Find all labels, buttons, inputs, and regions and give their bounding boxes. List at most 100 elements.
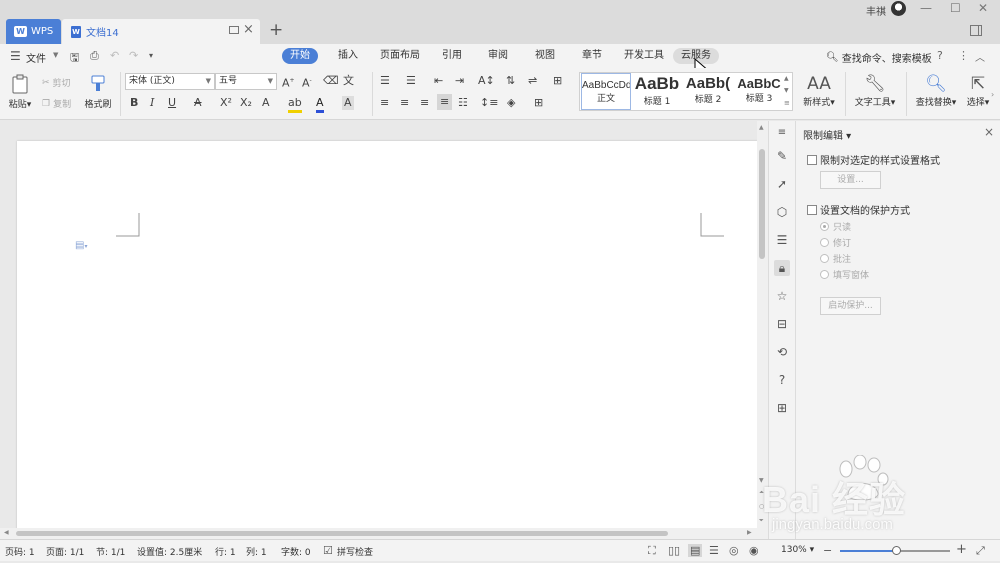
adjust-icon[interactable]: ☰ (774, 232, 790, 248)
grow-font-icon[interactable]: A+ (282, 74, 295, 91)
scroll-down-icon[interactable]: ▼ (759, 477, 764, 484)
text-tools-button[interactable]: 🔧︎ 文字工具▾ (851, 73, 899, 108)
font-family-select[interactable]: 宋体 (正文) ▼ (125, 73, 215, 90)
new-style-button[interactable]: AA 新样式▾ (800, 73, 838, 108)
settings-button[interactable]: 设置... (820, 171, 881, 189)
new-tab-button[interactable]: + (269, 20, 283, 40)
vertical-scroll-thumb[interactable] (759, 149, 765, 259)
tab-close-icon[interactable]: × (243, 23, 254, 37)
apps-grid-icon[interactable]: ⊞ (774, 400, 790, 416)
font-size-select[interactable]: 五号 ▼ (215, 73, 277, 90)
style-heading-1[interactable]: AaBb 标题 1 (632, 73, 682, 110)
style-heading-2[interactable]: AaBb( 标题 2 (683, 73, 733, 110)
tab-chapter[interactable]: 章节 (574, 48, 610, 64)
fullscreen-icon[interactable]: ⛶ (648, 544, 656, 558)
customize-icon[interactable]: ▾ (149, 51, 153, 60)
eye-protect-icon[interactable]: ◉ (749, 544, 759, 557)
zoom-in-icon[interactable]: + (956, 542, 967, 557)
tab-review[interactable]: 审阅 (480, 48, 516, 64)
zoom-slider-knob[interactable] (892, 546, 902, 555)
command-search[interactable]: 🔍︎ 查找命令、搜索模板 (826, 50, 932, 65)
pinyin-icon[interactable]: 文 (343, 74, 354, 88)
limit-format-checkbox[interactable]: 限制对选定的样式设置格式 (807, 152, 940, 167)
bullet-list-icon[interactable]: ☰ (380, 74, 390, 88)
zoom-slider[interactable] (840, 546, 950, 555)
gallery-up-icon[interactable]: ▲ (784, 75, 789, 82)
radio-comments[interactable]: 批注 (820, 252, 851, 265)
document-tab[interactable]: W 文档14 × (62, 19, 260, 44)
save-icon[interactable]: 🖫 (70, 49, 79, 68)
status-pages[interactable]: 页面: 1/1 (46, 545, 84, 558)
collapse-ribbon-icon[interactable]: ︿ (975, 49, 985, 64)
show-marks-icon[interactable]: ⇌ (528, 74, 537, 88)
tab-page-layout[interactable]: 页面布局 (372, 48, 428, 64)
strikethrough-icon[interactable]: A (194, 96, 202, 110)
print-icon[interactable]: ⎙ (90, 49, 99, 63)
subscript-icon[interactable]: X₂ (240, 96, 252, 110)
lock-icon[interactable]: 🔒︎ (774, 260, 790, 276)
sort-icon[interactable]: ⇅ (506, 74, 515, 88)
more-icon[interactable]: ⋮ (958, 49, 969, 62)
gallery-expand-icon[interactable]: ≡ (784, 99, 790, 107)
underline-icon[interactable]: U (168, 96, 176, 110)
tab-window-icon[interactable] (229, 26, 239, 34)
radio-read-only[interactable]: 只读 (820, 220, 851, 233)
align-center-icon[interactable]: ≡ (400, 96, 409, 110)
shrink-font-icon[interactable]: A- (302, 74, 312, 91)
align-right-icon[interactable]: ≡ (420, 96, 429, 110)
status-section[interactable]: 节: 1/1 (96, 545, 125, 558)
paste-button[interactable]: 粘贴▾ (6, 74, 34, 110)
history-icon[interactable]: ⟲ (774, 344, 790, 360)
star-icon[interactable]: ☆ (774, 288, 790, 304)
highlight-icon[interactable]: ab (288, 96, 302, 113)
status-setting-value[interactable]: 设置值: 2.5厘米 (137, 545, 202, 558)
page-view-icon[interactable]: ▤ (688, 544, 703, 557)
panel-close-icon[interactable]: × (984, 125, 994, 139)
next-page-icon[interactable]: ⏷ (759, 517, 764, 525)
italic-icon[interactable]: I (150, 96, 154, 110)
help-circle-icon[interactable]: ? (774, 372, 790, 388)
wps-home-tab[interactable]: W WPS (6, 19, 61, 44)
pen-icon[interactable]: ✎ (774, 148, 790, 164)
select-button[interactable]: ⇱ 选择▾ (964, 73, 992, 108)
borders-icon[interactable]: ⊞ (534, 96, 543, 110)
document-page[interactable]: ▤▾ (17, 141, 758, 539)
horizontal-scrollbar[interactable]: ◀ ▶ (0, 528, 757, 539)
tab-insert[interactable]: 插入 (330, 48, 366, 64)
cut-button[interactable]: ✂ 剪切 (42, 76, 71, 90)
sidebar-toggle-icon[interactable] (970, 25, 982, 36)
gallery-down-icon[interactable]: ▼ (784, 87, 789, 94)
strip-menu-icon[interactable]: ≡ (774, 125, 790, 141)
increase-indent-icon[interactable]: ⇥ (455, 74, 464, 88)
status-row[interactable]: 行: 1 (215, 545, 236, 558)
scroll-left-icon[interactable]: ◀ (4, 529, 9, 536)
style-heading-3[interactable]: AaBbC 标题 3 (734, 73, 784, 110)
align-left-icon[interactable]: ≡ (380, 96, 389, 110)
clear-format-icon[interactable]: ⌫ (323, 74, 339, 88)
bold-icon[interactable]: B (130, 96, 138, 110)
decrease-indent-icon[interactable]: ⇤ (434, 74, 443, 88)
chinese-layout-icon[interactable]: A↕ (478, 74, 495, 88)
paste-options-icon[interactable]: ▤▾ (75, 240, 87, 251)
tab-home[interactable]: 开始 (282, 48, 318, 64)
format-painter-button[interactable]: 格式刷 (82, 74, 114, 110)
fit-window-icon[interactable]: ⤢ (976, 544, 985, 558)
web-view-icon[interactable]: ◎ (729, 544, 739, 557)
minimize-icon[interactable]: — (920, 1, 932, 15)
find-replace-button[interactable]: 🔍︎ 查找替换▾ (912, 73, 960, 108)
status-word-count[interactable]: 字数: 0 (281, 545, 311, 558)
shapes-icon[interactable]: ⬡ (774, 204, 790, 220)
maximize-icon[interactable]: ☐ (950, 1, 961, 15)
table-grid-icon[interactable]: ⊞ (553, 74, 562, 88)
archive-icon[interactable]: ⊟ (774, 316, 790, 332)
status-page-number[interactable]: 页码: 1 (5, 545, 35, 558)
prev-page-icon[interactable]: ⏶ (759, 489, 764, 497)
style-normal[interactable]: AaBbCcDd 正文 (581, 73, 631, 110)
spell-check-button[interactable]: 拼写检查 (337, 545, 373, 558)
scroll-right-icon[interactable]: ▶ (747, 529, 752, 536)
file-menu[interactable]: 文件 (26, 50, 46, 65)
panel-title[interactable]: 限制编辑 ▾ (803, 127, 851, 142)
zoom-out-icon[interactable]: − (823, 544, 832, 557)
status-column[interactable]: 列: 1 (246, 545, 267, 558)
redo-icon[interactable]: ↷ (129, 49, 138, 62)
